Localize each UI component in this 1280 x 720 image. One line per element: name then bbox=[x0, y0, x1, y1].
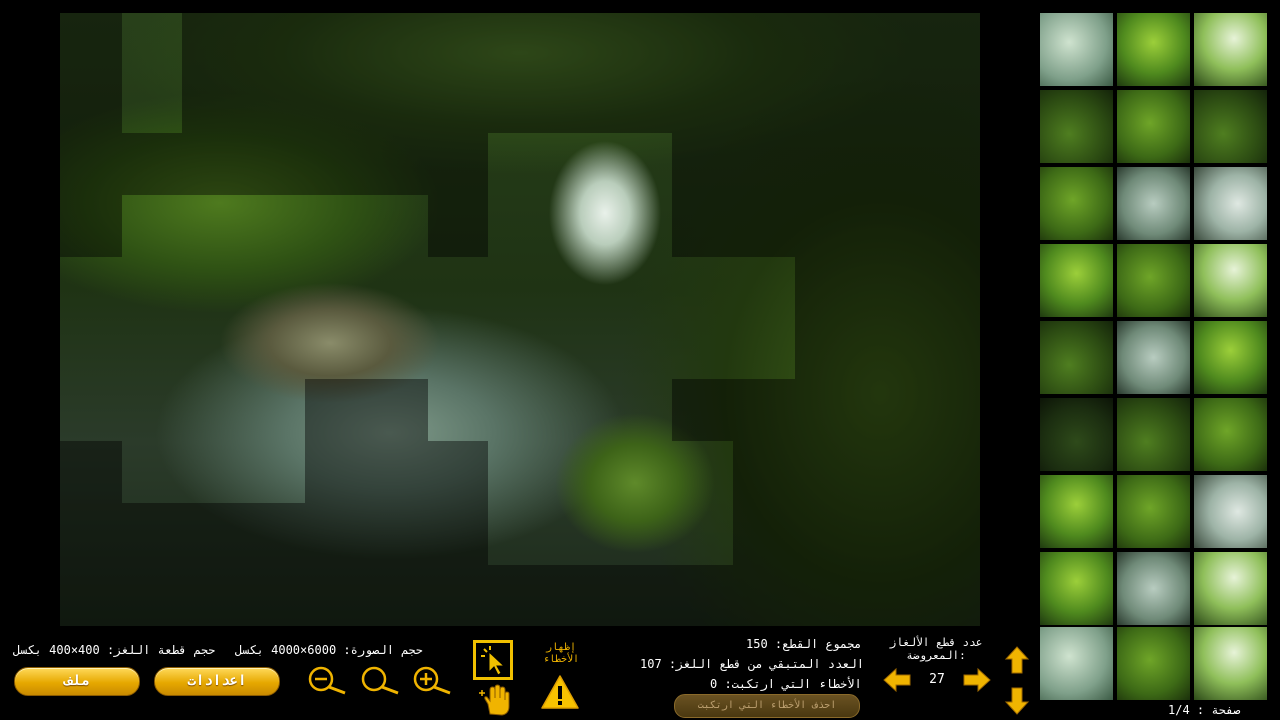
puzzle-piece[interactable] bbox=[1194, 475, 1267, 548]
puzzle-piece[interactable] bbox=[1194, 167, 1267, 240]
zoom-out-icon[interactable] bbox=[305, 665, 349, 695]
pieces-shown-value: 27 bbox=[929, 672, 945, 687]
pieces-shown-label: عدد قطع الألغاز المعروضة: bbox=[889, 636, 983, 662]
hand-icon[interactable] bbox=[478, 684, 512, 716]
zoom-reset-icon[interactable] bbox=[358, 665, 402, 695]
puzzle-piece[interactable] bbox=[1117, 627, 1190, 700]
arrow-right-icon[interactable] bbox=[962, 667, 992, 693]
puzzle-piece[interactable] bbox=[1040, 167, 1113, 240]
puzzle-piece[interactable] bbox=[1117, 90, 1190, 163]
puzzle-piece[interactable] bbox=[1194, 90, 1267, 163]
puzzle-piece[interactable] bbox=[1117, 321, 1190, 394]
puzzle-piece[interactable] bbox=[1194, 244, 1267, 317]
puzzle-piece[interactable] bbox=[1040, 398, 1113, 471]
select-cursor-icon[interactable] bbox=[473, 640, 513, 680]
show-errors-label: إظهار الأخطاء bbox=[542, 642, 580, 665]
puzzle-piece[interactable] bbox=[1117, 552, 1190, 625]
puzzle-piece[interactable] bbox=[1040, 475, 1113, 548]
puzzle-piece[interactable] bbox=[1040, 552, 1113, 625]
puzzle-image bbox=[60, 13, 980, 626]
arrow-down-icon[interactable] bbox=[1004, 686, 1030, 716]
zoom-in-icon[interactable] bbox=[410, 665, 454, 695]
puzzle-piece[interactable] bbox=[1117, 475, 1190, 548]
puzzle-piece[interactable] bbox=[1040, 321, 1113, 394]
puzzle-piece[interactable] bbox=[1040, 244, 1113, 317]
puzzle-piece[interactable] bbox=[1040, 90, 1113, 163]
piece-size-info: حجم قطعة اللغز: 400×400 بكسل bbox=[13, 643, 216, 657]
puzzle-piece[interactable] bbox=[1194, 627, 1267, 700]
warning-icon[interactable] bbox=[540, 674, 580, 710]
remaining-pieces-info: العدد المتبقي من قطع اللغز: 107 bbox=[640, 657, 864, 671]
file-button[interactable]: ملف bbox=[14, 667, 140, 696]
settings-button[interactable]: اعدادات bbox=[154, 667, 280, 696]
image-size-info: حجم الصورة: 6000×4000 بكسل bbox=[235, 643, 423, 657]
puzzle-board[interactable] bbox=[60, 13, 980, 626]
puzzle-piece[interactable] bbox=[1117, 13, 1190, 86]
puzzle-piece[interactable] bbox=[1117, 398, 1190, 471]
puzzle-piece[interactable] bbox=[1117, 244, 1190, 317]
puzzle-piece[interactable] bbox=[1040, 627, 1113, 700]
puzzle-piece[interactable] bbox=[1194, 13, 1267, 86]
puzzle-piece[interactable] bbox=[1194, 552, 1267, 625]
arrow-left-icon[interactable] bbox=[882, 667, 912, 693]
puzzle-piece[interactable] bbox=[1040, 13, 1113, 86]
errors-made-info: الأخطاء التي ارتكبت: 0 bbox=[710, 677, 862, 691]
total-pieces-info: مجموع القطع: 150 bbox=[746, 637, 862, 651]
arrow-up-icon[interactable] bbox=[1004, 645, 1030, 675]
puzzle-piece[interactable] bbox=[1117, 167, 1190, 240]
puzzle-piece[interactable] bbox=[1194, 321, 1267, 394]
puzzle-piece[interactable] bbox=[1194, 398, 1267, 471]
page-indicator: صفحة : 1/4 bbox=[1168, 703, 1241, 717]
pieces-tray[interactable] bbox=[1040, 13, 1267, 700]
delete-errors-button[interactable]: احذف الأخطاء التي ارتكبت bbox=[674, 694, 860, 718]
